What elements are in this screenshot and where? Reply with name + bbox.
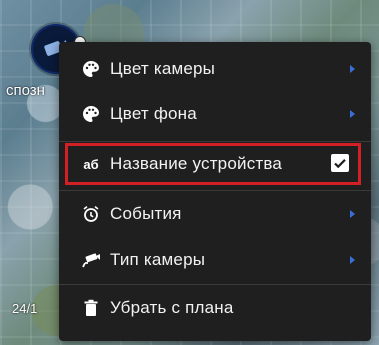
- menu-item-label: Тип камеры: [110, 250, 206, 269]
- chevron-right-icon: [350, 65, 355, 73]
- chevron-right-icon: [350, 110, 355, 118]
- menu-item-camera-type[interactable]: Тип камеры: [59, 238, 371, 282]
- menu-item-events[interactable]: События: [59, 192, 371, 236]
- menu-divider: [59, 284, 371, 285]
- menu-item-camera-color[interactable]: Цвет камеры: [59, 47, 371, 91]
- context-menu: Цвет камеры Цвет фона аб Название устрой…: [59, 42, 371, 341]
- trash-icon: [81, 298, 101, 318]
- menu-item-label: События: [110, 204, 182, 223]
- chevron-right-icon: [350, 256, 355, 264]
- map-time-label: 24/1: [12, 301, 38, 316]
- menu-item-label: Цвет камеры: [110, 59, 216, 78]
- menu-item-label: Цвет фона: [110, 104, 197, 123]
- menu-item-remove-from-plan[interactable]: Убрать с плана: [59, 286, 371, 330]
- menu-item-label: Убрать с плана: [110, 298, 234, 317]
- menu-divider: [59, 190, 371, 191]
- alarm-clock-icon: [81, 204, 101, 224]
- menu-item-background-color[interactable]: Цвет фона: [59, 92, 371, 136]
- map-device-label: спозн: [6, 82, 45, 99]
- highlight-frame: [65, 143, 361, 185]
- palette-icon: [81, 104, 101, 124]
- chevron-right-icon: [350, 210, 355, 218]
- camera-icon: [81, 250, 101, 270]
- palette-icon: [81, 59, 101, 79]
